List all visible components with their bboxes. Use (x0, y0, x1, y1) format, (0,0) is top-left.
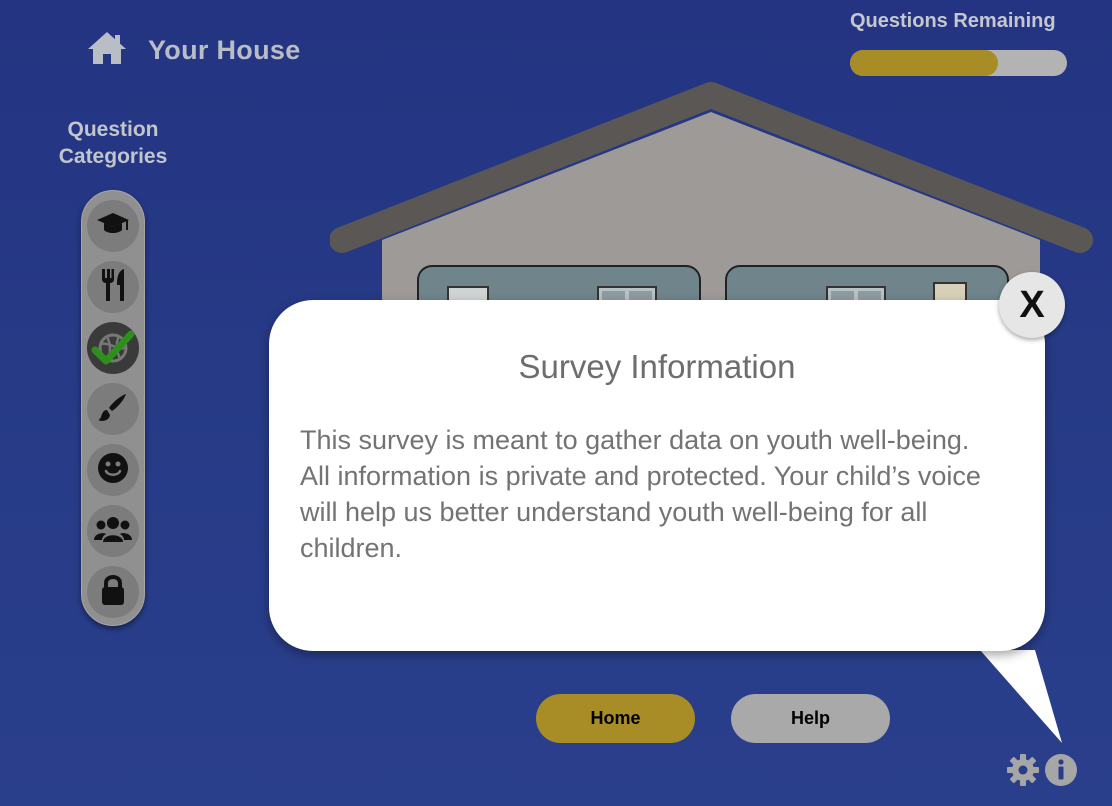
popup-title: Survey Information (518, 348, 796, 385)
category-relationships-button[interactable] (87, 505, 139, 557)
sports-ball-icon (91, 328, 135, 368)
category-locked-button[interactable] (87, 566, 139, 618)
graduation-cap-icon (96, 211, 130, 242)
category-sidebar (81, 190, 145, 626)
paintbrush-icon (98, 392, 128, 427)
gear-icon[interactable] (1006, 753, 1040, 792)
smiley-face-icon (97, 452, 129, 489)
house-illustration (329, 80, 1100, 328)
people-group-icon (94, 515, 132, 548)
home-link-label: Your House (148, 35, 301, 65)
home-link[interactable]: Your House (86, 30, 301, 71)
help-button[interactable]: Help (731, 694, 890, 743)
category-food-button[interactable] (87, 261, 139, 313)
category-feelings-button[interactable] (87, 444, 139, 496)
categories-title: Question Categories (58, 118, 168, 168)
popup-pointer (980, 650, 1062, 743)
survey-info-popup: Survey Information This survey is meant … (269, 300, 1045, 651)
category-education-button[interactable] (87, 200, 139, 252)
category-sports-button[interactable] (87, 322, 139, 374)
popup-body-text: This survey is meant to gather data on y… (300, 425, 981, 563)
questions-remaining-label: Questions Remaining (850, 10, 1056, 32)
category-art-button[interactable] (87, 383, 139, 435)
progress-fill (850, 50, 998, 76)
questions-progress-bar (850, 50, 1067, 76)
house-icon (86, 30, 128, 71)
info-icon[interactable] (1044, 753, 1078, 792)
fork-knife-icon (99, 268, 127, 307)
lock-icon (100, 574, 126, 611)
checkmark-icon (91, 330, 135, 365)
close-popup-button[interactable]: X (999, 272, 1065, 338)
home-button[interactable]: Home (536, 694, 695, 743)
